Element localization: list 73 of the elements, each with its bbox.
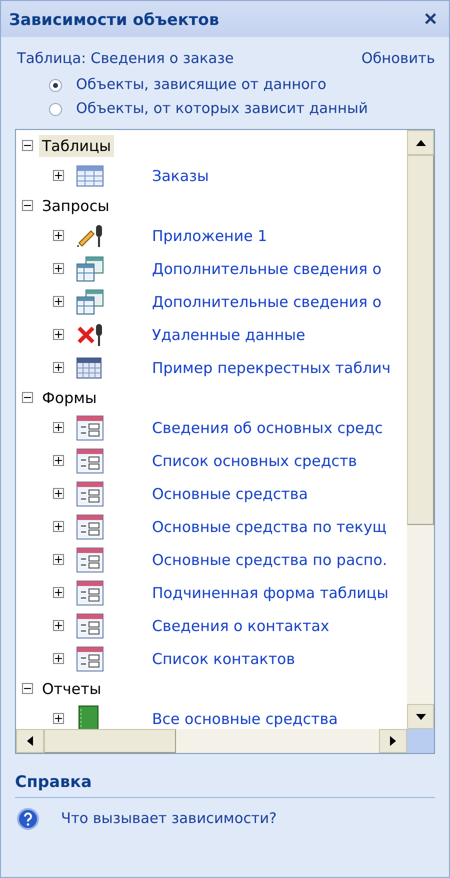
object-link[interactable]: Заказы — [152, 166, 209, 184]
object-link[interactable]: Сведения о контактах — [152, 616, 330, 634]
group-label[interactable]: Запросы — [39, 194, 112, 216]
object-link[interactable]: Основные средства по текущ — [152, 518, 386, 536]
radio-option[interactable]: Объекты, зависящие от данного — [49, 77, 449, 93]
group-label[interactable]: Формы — [39, 386, 100, 408]
collapse-toggle[interactable] — [22, 683, 33, 694]
grid-icon — [76, 256, 104, 282]
expand-toggle[interactable] — [53, 296, 64, 307]
scroll-left-button[interactable] — [16, 729, 44, 753]
object-link[interactable]: Все основные средства — [152, 710, 338, 728]
object-link[interactable]: Основные средства по распо. — [152, 550, 388, 568]
object-link[interactable]: Пример перекрестных таблич — [152, 358, 391, 376]
pane-title: Зависимости объектов — [9, 10, 220, 28]
collapse-toggle[interactable] — [22, 200, 33, 211]
left-triangle-icon — [27, 736, 33, 746]
object-link[interactable]: Список контактов — [152, 650, 296, 668]
object-link[interactable]: Удаленные данные — [152, 326, 306, 344]
object-link[interactable]: Сведения об основных средс — [152, 418, 383, 436]
right-triangle-icon — [390, 736, 396, 746]
up-triangle-icon — [416, 140, 426, 146]
collapse-toggle[interactable] — [22, 140, 33, 151]
expand-toggle[interactable] — [53, 170, 64, 181]
scroll-thumb[interactable] — [407, 155, 434, 525]
group-label[interactable]: Таблицы — [39, 134, 114, 156]
expand-toggle[interactable] — [53, 263, 64, 274]
object-label: Таблица: Сведения о заказе — [17, 51, 234, 67]
object-link[interactable]: Основные средства — [152, 484, 308, 502]
form-icon — [76, 448, 104, 474]
form-icon — [76, 414, 104, 440]
collapse-toggle[interactable] — [22, 392, 33, 403]
report-book-icon — [76, 704, 100, 729]
expand-toggle[interactable] — [53, 422, 64, 433]
expand-toggle[interactable] — [53, 713, 64, 724]
close-button[interactable]: × — [422, 8, 439, 30]
scroll-right-button[interactable] — [379, 729, 407, 753]
expand-toggle[interactable] — [53, 554, 64, 565]
expand-toggle[interactable] — [53, 488, 64, 499]
object-link[interactable]: Подчиненная форма таблицы — [152, 584, 388, 602]
down-triangle-icon — [416, 714, 426, 720]
form-icon — [76, 580, 104, 606]
help-heading: Справка — [15, 772, 435, 798]
form-icon — [76, 480, 104, 506]
help-link[interactable]: Что вызывает зависимости? — [61, 811, 277, 827]
expand-toggle[interactable] — [53, 521, 64, 532]
object-link[interactable]: Приложение 1 — [152, 226, 268, 244]
expand-toggle[interactable] — [53, 455, 64, 466]
form-icon — [76, 514, 104, 540]
scroll-up-button[interactable] — [407, 130, 434, 155]
help-icon — [17, 808, 39, 830]
object-link[interactable]: Дополнительные сведения о — [152, 260, 382, 278]
expand-toggle[interactable] — [53, 329, 64, 340]
object-link[interactable]: Дополнительные сведения о — [152, 292, 382, 310]
expand-toggle[interactable] — [53, 362, 64, 373]
expand-toggle[interactable] — [53, 620, 64, 631]
expand-toggle[interactable] — [53, 653, 64, 664]
calendar-grid-icon — [76, 356, 102, 380]
refresh-link[interactable]: Обновить — [361, 51, 435, 67]
expand-toggle[interactable] — [53, 230, 64, 241]
grid-icon — [76, 288, 104, 314]
form-icon — [76, 612, 104, 638]
table-icon — [76, 164, 104, 188]
group-label[interactable]: Отчеты — [39, 678, 104, 700]
form-icon — [76, 546, 104, 572]
object-link[interactable]: Список основных средств — [152, 452, 358, 470]
radio-option[interactable]: Объекты, от которых зависит данный — [49, 101, 449, 117]
expand-toggle[interactable] — [53, 587, 64, 598]
form-icon — [76, 646, 104, 672]
horizontal-scrollbar[interactable] — [16, 729, 407, 753]
scroll-corner — [407, 729, 434, 753]
scroll-down-button[interactable] — [407, 704, 434, 729]
scroll-thumb[interactable] — [44, 729, 176, 753]
vertical-scrollbar[interactable] — [407, 130, 434, 729]
